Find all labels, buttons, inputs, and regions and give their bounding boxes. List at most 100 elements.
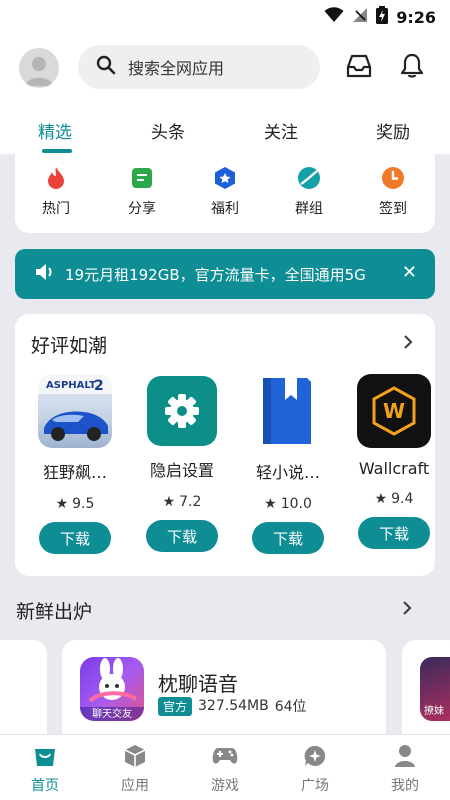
tab-indicator — [42, 149, 72, 153]
svg-text:W: W — [383, 399, 405, 423]
good-reviews-card: 好评如潮 ASPHALT 2 狂野飙… ★ 9.5 下载 隐启设置 ★ 7.2 … — [15, 314, 435, 576]
app-meta: 官方 327.54MB 64位 — [158, 696, 307, 716]
nav-me[interactable]: 我的 — [375, 743, 435, 795]
category-label: 热门 — [42, 201, 70, 217]
category-label: 群组 — [295, 201, 323, 217]
search-placeholder: 搜索全网应用 — [128, 59, 225, 78]
category-group[interactable]: 群组 — [279, 166, 339, 218]
main-content[interactable]: 热门 分享 福利 群组 签到 19元月租192GB，官方流量卡，全国通用5G ✕… — [0, 154, 450, 734]
nav-label: 首页 — [31, 778, 59, 794]
app-name: 隐启设置 — [149, 461, 214, 480]
tab-rewards[interactable]: 奖励 — [376, 118, 410, 143]
app-icon: 撩妹 — [420, 657, 450, 721]
category-label: 分享 — [128, 201, 156, 217]
person-icon — [392, 743, 418, 769]
search-icon — [96, 55, 116, 79]
app-card[interactable]: 轻小说… ★ 10.0 下载 — [248, 374, 328, 554]
app-card[interactable]: ASPHALT 2 狂野飙… ★ 9.5 下载 — [35, 374, 115, 554]
top-tabs: 精选 头条 关注 奖励 — [0, 108, 450, 154]
status-bar: 9:26 — [0, 0, 450, 32]
app-name: 轻小说… — [255, 463, 320, 482]
app-icon: W — [357, 374, 431, 448]
app-rating: ★ 9.5 — [35, 496, 115, 512]
svg-text:ASPHALT: ASPHALT — [46, 380, 96, 391]
battery-charging-icon — [376, 6, 389, 28]
nav-label: 应用 — [121, 778, 149, 794]
app-rating: ★ 7.2 — [142, 494, 222, 510]
fire-icon — [44, 166, 68, 190]
tab-featured[interactable]: 精选 — [38, 118, 72, 143]
nav-label: 广场 — [301, 778, 329, 794]
app-rating: ★ 10.0 — [248, 496, 328, 512]
rating-value: 7.2 — [179, 494, 202, 510]
nav-label: 我的 — [391, 778, 419, 794]
download-button[interactable]: 下载 — [146, 520, 218, 552]
star-icon: ★ — [374, 491, 388, 507]
category-welfare[interactable]: 福利 — [195, 166, 255, 218]
nav-games[interactable]: 游戏 — [195, 743, 255, 795]
category-share[interactable]: 分享 — [112, 166, 172, 218]
category-hot[interactable]: 热门 — [26, 166, 86, 218]
box-icon — [122, 743, 148, 769]
bottom-nav: 首页 应用 游戏 广场 我的 — [0, 734, 450, 800]
download-button[interactable]: 下载 — [252, 522, 324, 554]
chevron-right-icon[interactable] — [403, 334, 413, 354]
avatar[interactable] — [19, 48, 59, 88]
group-icon — [297, 166, 321, 190]
gift-icon — [213, 166, 237, 190]
app-card-peek[interactable]: 撩妹 — [402, 640, 450, 734]
nav-label: 游戏 — [211, 778, 239, 794]
bell-icon[interactable] — [398, 52, 426, 80]
nav-home[interactable]: 首页 — [15, 743, 75, 795]
section-title: 好评如潮 — [31, 335, 108, 357]
search-bar[interactable]: 搜索全网应用 — [78, 45, 320, 89]
top-bar: 搜索全网应用 — [0, 40, 450, 96]
official-badge: 官方 — [158, 696, 193, 716]
speaker-icon — [35, 263, 55, 285]
nav-apps[interactable]: 应用 — [105, 743, 165, 795]
star-icon: ★ — [162, 494, 176, 510]
app-icon — [147, 376, 217, 446]
app-card[interactable]: 隐启设置 ★ 7.2 下载 — [142, 374, 222, 552]
category-label: 签到 — [379, 201, 407, 217]
app-name: 枕聊语音 — [158, 672, 238, 696]
app-card-peek[interactable] — [0, 640, 47, 734]
app-arch: 64位 — [274, 699, 307, 715]
tab-following[interactable]: 关注 — [264, 118, 298, 143]
app-icon-text: 聊天交友 — [92, 709, 132, 720]
rating-value: 10.0 — [280, 496, 312, 512]
star-icon: ★ — [264, 496, 277, 512]
app-name: Wallcraft — [358, 459, 430, 478]
rating-value: 9.4 — [391, 491, 414, 507]
chevron-right-icon[interactable] — [402, 600, 412, 620]
home-bag-icon — [32, 743, 58, 769]
notice-banner[interactable]: 19元月租192GB，官方流量卡，全国通用5G ✕ — [15, 249, 435, 299]
app-icon: ASPHALT 2 — [38, 374, 112, 448]
app-icon-text: 撩妹 — [424, 706, 444, 717]
rating-value: 9.5 — [72, 496, 95, 512]
wifi-icon — [324, 7, 344, 27]
app-name: 狂野飙… — [42, 463, 107, 482]
category-label: 福利 — [211, 201, 239, 217]
tab-headlines[interactable]: 头条 — [151, 118, 185, 143]
category-card: 热门 分享 福利 群组 签到 — [15, 154, 435, 233]
inbox-icon[interactable] — [345, 52, 373, 80]
notice-text: 19元月租192GB，官方流量卡，全国通用5G — [65, 265, 366, 284]
category-checkin[interactable]: 签到 — [363, 166, 423, 218]
nav-square[interactable]: 广场 — [285, 743, 345, 795]
status-time: 9:26 — [396, 7, 436, 27]
star-icon: ★ — [55, 496, 69, 512]
no-signal-icon — [352, 7, 368, 27]
app-card[interactable]: W Wallcraft ★ 9.4 下载 — [354, 374, 434, 549]
section-title: 新鲜出炉 — [16, 601, 93, 623]
close-icon[interactable]: ✕ — [402, 262, 417, 283]
gamepad-icon — [212, 743, 238, 769]
chat-star-icon — [302, 743, 328, 769]
download-button[interactable]: 下载 — [39, 522, 111, 554]
app-size: 327.54MB — [198, 698, 269, 714]
download-button[interactable]: 下载 — [358, 517, 430, 549]
new-app-card[interactable]: 聊天交友 枕聊语音 官方 327.54MB 64位 — [62, 640, 386, 734]
svg-text:2: 2 — [94, 378, 104, 394]
app-icon — [251, 374, 325, 448]
clock-icon — [381, 166, 405, 190]
